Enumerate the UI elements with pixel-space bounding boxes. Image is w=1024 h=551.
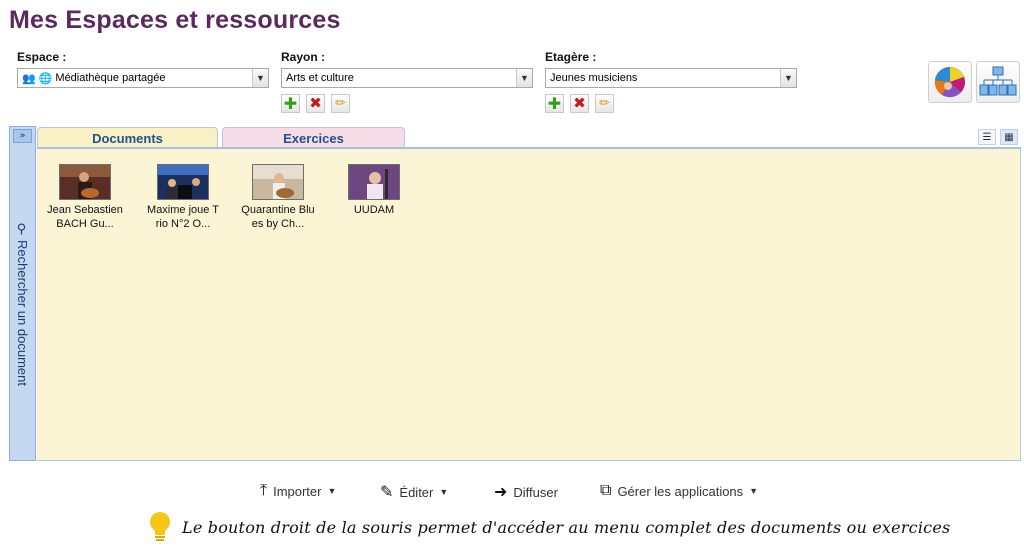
pencil-icon: ✏: [599, 96, 610, 111]
tip-message: Le bouton droit de la souris permet d'ac…: [148, 511, 950, 543]
document-title-line1: Quarantine Blu: [241, 204, 315, 216]
document-item[interactable]: Jean Sebastien BACH Gu...: [42, 164, 128, 231]
delete-icon: ✖: [573, 94, 586, 112]
plus-icon: ✚: [547, 93, 562, 113]
espace-label: Espace :: [17, 50, 67, 64]
espace-value: Médiathèque partagée: [55, 72, 166, 84]
tip-text: Le bouton droit de la souris permet d'ac…: [182, 517, 951, 537]
delete-icon: ✖: [309, 94, 322, 112]
rayon-actions: ✚ ✖ ✏: [281, 94, 350, 113]
document-title-line1: Maxime joue T: [147, 204, 219, 216]
chevron-down-icon[interactable]: ▼: [516, 69, 532, 87]
delete-rayon-button[interactable]: ✖: [306, 94, 325, 113]
etagere-label: Etagère :: [545, 50, 597, 64]
search-panel-label: Rechercher un document: [15, 240, 30, 386]
edit-rayon-button[interactable]: ✏: [331, 94, 350, 113]
add-rayon-button[interactable]: ✚: [281, 94, 300, 113]
pencil-icon: ✏: [335, 96, 346, 111]
diffuser-button[interactable]: ➜ Diffuser: [494, 482, 558, 502]
search-panel-title[interactable]: ⚲ Rechercher un document: [15, 222, 30, 386]
delete-etagere-button[interactable]: ✖: [570, 94, 589, 113]
globe-icon: 🌐: [38, 72, 53, 85]
chevron-down-icon[interactable]: ▼: [252, 69, 268, 87]
document-title-line2: BACH Gu...: [56, 218, 114, 230]
diffuser-label: Diffuser: [513, 484, 558, 500]
action-bar: ⤒ Importer ▼ ✎ Éditer ▼ ➜ Diffuser ⧉ Gér…: [0, 482, 1024, 504]
caret-down-icon: ▼: [439, 487, 449, 497]
list-icon: ☰: [982, 131, 992, 143]
lightbulb-icon: [150, 512, 170, 541]
etagere-actions: ✚ ✖ ✏: [545, 94, 614, 113]
importer-button[interactable]: ⤒ Importer ▼: [260, 482, 336, 500]
document-thumbnail: [157, 164, 209, 200]
caret-down-icon: ▼: [327, 486, 337, 496]
plus-icon: ✚: [283, 93, 298, 113]
arrow-right-icon: ➜: [494, 484, 508, 501]
document-thumbnail: [252, 164, 304, 200]
grid-view-button[interactable]: ▦: [1000, 129, 1018, 145]
external-link-icon: ⧉: [600, 482, 612, 499]
expand-icon[interactable]: »: [13, 129, 32, 143]
document-title-line1: UUDAM: [353, 204, 395, 216]
document-title-line2: rio N°2 O...: [155, 218, 211, 230]
gerer-applications-button[interactable]: ⧉ Gérer les applications ▼: [600, 482, 758, 500]
hierarchy-icon: [979, 66, 1017, 96]
document-thumbnail: [59, 164, 111, 200]
edit-etagere-button[interactable]: ✏: [595, 94, 614, 113]
people-icon: 👥: [22, 72, 36, 85]
gerer-label: Gérer les applications: [617, 483, 744, 499]
editer-label: Éditer: [399, 484, 434, 500]
etagere-value: Jeunes musiciens: [550, 72, 638, 84]
list-view-button[interactable]: ☰: [978, 129, 996, 145]
document-item[interactable]: UUDAM: [331, 164, 417, 217]
rayon-select[interactable]: Arts et culture ▼: [281, 68, 533, 88]
edit-icon: ✎: [380, 484, 394, 501]
search-icon: ⚲: [15, 222, 30, 237]
pie-chart-icon: [934, 66, 965, 98]
tab-exercices[interactable]: Exercices: [222, 127, 405, 148]
upload-icon: ⤒: [260, 482, 268, 499]
document-thumbnail: [348, 164, 400, 200]
hierarchy-button[interactable]: [976, 61, 1020, 103]
chevron-down-icon[interactable]: ▼: [780, 69, 796, 87]
search-side-panel[interactable]: » ⚲ Rechercher un document: [9, 126, 36, 461]
espace-select[interactable]: 👥 🌐 Médiathèque partagée ▼: [17, 68, 269, 88]
rayon-value: Arts et culture: [286, 72, 354, 84]
document-title-line1: Jean Sebastien: [47, 204, 123, 216]
importer-label: Importer: [273, 483, 322, 499]
page-title: Mes Espaces et ressources: [9, 6, 341, 34]
document-title-line2: es by Ch...: [251, 218, 305, 230]
rayon-label: Rayon :: [281, 50, 326, 64]
document-item[interactable]: Maxime joue T rio N°2 O...: [140, 164, 226, 231]
caret-down-icon: ▼: [749, 486, 759, 496]
tab-documents[interactable]: Documents: [37, 127, 218, 148]
statistics-button[interactable]: [928, 61, 972, 103]
etagere-select[interactable]: Jeunes musiciens ▼: [545, 68, 797, 88]
add-etagere-button[interactable]: ✚: [545, 94, 564, 113]
grid-icon: ▦: [1004, 131, 1014, 143]
documents-panel: Jean Sebastien BACH Gu... Maxime joue T …: [37, 149, 1021, 461]
editer-button[interactable]: ✎ Éditer ▼: [380, 482, 448, 502]
document-item[interactable]: Quarantine Blu es by Ch...: [235, 164, 321, 231]
